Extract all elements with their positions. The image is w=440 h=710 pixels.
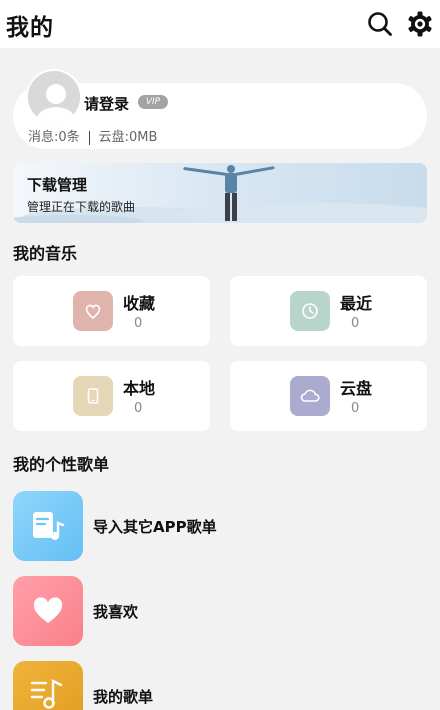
phone-icon: [87, 388, 99, 404]
cloud-usage: 云盘:0MB: [98, 130, 158, 145]
cloud-icon: [300, 389, 320, 402]
playlist-icon-bg: [13, 491, 83, 561]
tile-count: 0: [351, 316, 360, 331]
tile-local[interactable]: 本地 0: [13, 361, 210, 431]
tile-icon-bg: [290, 376, 330, 416]
tile-icon-bg: [73, 376, 113, 416]
playlist-liked[interactable]: 我喜欢: [13, 576, 427, 646]
playlist-label: 导入其它APP歌单: [93, 518, 217, 536]
vip-badge: VIP: [138, 95, 168, 109]
playlist-icon-bg: [13, 576, 83, 646]
account-stats: 消息:0条 云盘:0MB: [28, 126, 157, 145]
playlist-icon-bg: [13, 661, 83, 710]
tile-label: 云盘: [340, 379, 373, 398]
playlists-title: 我的个性歌单: [13, 455, 110, 474]
clock-icon: [302, 303, 318, 319]
page-title: 我的: [6, 15, 54, 41]
tile-cloud[interactable]: 云盘 0: [230, 361, 427, 431]
heart-icon: [85, 304, 101, 320]
banner-title: 下载管理: [27, 176, 88, 194]
tile-count: 0: [134, 316, 143, 331]
login-link[interactable]: 请登录: [84, 93, 129, 114]
message-count: 消息:0条: [28, 130, 80, 145]
top-bar: 我的: [0, 0, 440, 48]
playlist-label: 我喜欢: [93, 603, 139, 621]
tile-count: 0: [134, 401, 143, 416]
download-manager-banner[interactable]: 下载管理 管理正在下载的歌曲: [13, 163, 427, 223]
heart-icon: [33, 597, 63, 623]
search-icon[interactable]: [366, 10, 394, 38]
music-doc-icon: [33, 512, 65, 540]
gear-icon[interactable]: [406, 10, 434, 38]
tile-label: 最近: [340, 294, 373, 313]
stats-divider: [88, 130, 90, 145]
playlist-icon: [30, 679, 63, 709]
tile-icon-bg: [290, 291, 330, 331]
tile-favorites[interactable]: 收藏 0: [13, 276, 210, 346]
tile-label: 收藏: [123, 294, 156, 313]
banner-subtitle: 管理正在下载的歌曲: [27, 200, 136, 214]
tile-count: 0: [351, 401, 360, 416]
my-music-title: 我的音乐: [13, 244, 78, 263]
tile-recent[interactable]: 最近 0: [230, 276, 427, 346]
tile-icon-bg: [73, 291, 113, 331]
avatar[interactable]: [26, 69, 82, 125]
playlist-import[interactable]: 导入其它APP歌单: [13, 491, 427, 561]
tile-label: 本地: [123, 379, 156, 398]
playlist-mine[interactable]: 我的歌单: [13, 661, 427, 710]
playlist-label: 我的歌单: [93, 688, 154, 706]
